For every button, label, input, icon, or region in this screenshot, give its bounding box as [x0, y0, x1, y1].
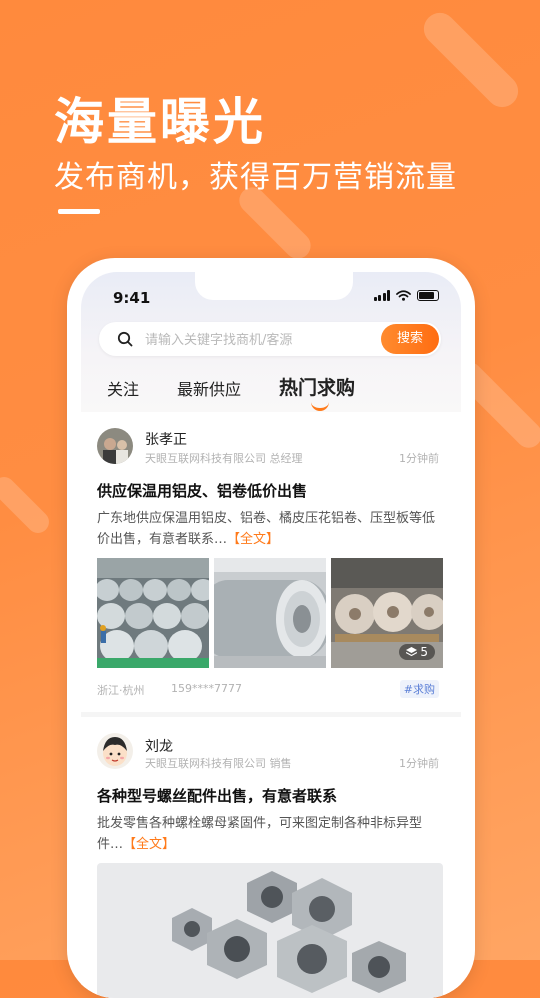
search-input[interactable]	[143, 322, 377, 358]
wifi-icon	[396, 290, 411, 301]
phone-screen: 9:41 搜索 关注 最新供应 热门求购 张孝正	[81, 272, 461, 998]
post-card[interactable]: 张孝正 天眼互联网科技有限公司 总经理 1分钟前 供应保温用铝皮、铝卷低价出售 …	[81, 412, 461, 712]
phone-mockup: 9:41 搜索 关注 最新供应 热门求购 张孝正	[67, 258, 475, 998]
header-area: 9:41 搜索 关注 最新供应 热门求购	[81, 272, 461, 412]
post-location: 浙江·杭州	[97, 684, 145, 697]
post-description: 批发零售各种螺栓螺母紧固件，可来图定制各种非标异型件…【全文】	[97, 813, 443, 855]
post-card[interactable]: 刘龙 天眼互联网科技有限公司 销售 1分钟前 各种型号螺丝配件出售，有意者联系 …	[81, 717, 461, 998]
signal-icon	[373, 290, 390, 301]
image-count-badge: 5	[399, 644, 435, 660]
tab-bar: 关注 最新供应 热门求购	[81, 368, 461, 411]
avatar[interactable]	[97, 428, 133, 464]
post-tag[interactable]: #求购	[399, 680, 439, 698]
decoration	[417, 6, 525, 114]
phone-notch	[195, 272, 353, 300]
tab-hot-purchase[interactable]: 热门求购	[279, 373, 355, 400]
post-image[interactable]	[97, 558, 209, 668]
author-company: 天眼互联网科技有限公司 销售	[145, 757, 292, 770]
search-bar: 搜索	[99, 322, 441, 358]
author-company: 天眼互联网科技有限公司 总经理	[145, 452, 303, 465]
author-name[interactable]: 刘龙	[145, 736, 173, 756]
search-icon	[117, 331, 133, 347]
post-image[interactable]	[214, 558, 326, 668]
post-phone[interactable]: 159****7777	[171, 682, 242, 695]
author-name[interactable]: 张孝正	[145, 429, 187, 449]
post-time: 1分钟前	[399, 452, 439, 465]
hero-divider	[58, 209, 100, 214]
tab-latest-supply[interactable]: 最新供应	[177, 376, 241, 400]
layers-icon	[406, 647, 418, 657]
read-more-link[interactable]: 【全文】	[123, 837, 175, 852]
battery-icon	[417, 290, 439, 301]
post-description: 广东地供应保温用铝皮、铝卷、橘皮压花铝卷、压型板等低价出售，有意者联系…【全文】	[97, 508, 443, 550]
avatar[interactable]	[97, 733, 133, 769]
read-more-link[interactable]: 【全文】	[227, 532, 279, 547]
tab-follow[interactable]: 关注	[107, 376, 139, 400]
status-time: 9:41	[113, 289, 151, 307]
post-title[interactable]: 各种型号螺丝配件出售，有意者联系	[97, 785, 337, 806]
post-image[interactable]	[97, 863, 443, 998]
active-tab-indicator	[311, 400, 329, 411]
post-title[interactable]: 供应保温用铝皮、铝卷低价出售	[97, 480, 307, 501]
image-count: 5	[420, 645, 428, 659]
post-time: 1分钟前	[399, 757, 439, 770]
hero-subtitle: 发布商机，获得百万营销流量	[54, 160, 457, 195]
decoration	[0, 472, 54, 538]
status-icons	[373, 290, 439, 301]
post-image[interactable]: 5	[331, 558, 443, 668]
search-button[interactable]: 搜索	[381, 324, 439, 354]
hero-title: 海量曝光	[54, 93, 266, 151]
